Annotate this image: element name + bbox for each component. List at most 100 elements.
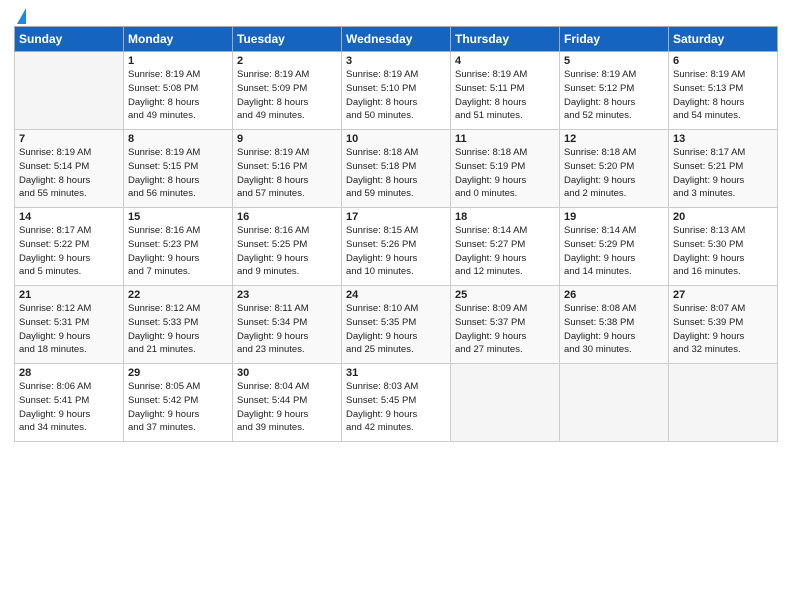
day-info: Sunrise: 8:12 AM Sunset: 5:31 PM Dayligh…	[19, 302, 119, 357]
day-header-saturday: Saturday	[669, 27, 778, 52]
page-container: SundayMondayTuesdayWednesdayThursdayFrid…	[0, 0, 792, 452]
day-header-tuesday: Tuesday	[233, 27, 342, 52]
calendar-cell: 17Sunrise: 8:15 AM Sunset: 5:26 PM Dayli…	[342, 208, 451, 286]
day-number: 8	[128, 133, 228, 145]
day-info: Sunrise: 8:15 AM Sunset: 5:26 PM Dayligh…	[346, 224, 446, 279]
calendar-cell: 10Sunrise: 8:18 AM Sunset: 5:18 PM Dayli…	[342, 130, 451, 208]
day-info: Sunrise: 8:18 AM Sunset: 5:18 PM Dayligh…	[346, 146, 446, 201]
calendar-cell: 12Sunrise: 8:18 AM Sunset: 5:20 PM Dayli…	[560, 130, 669, 208]
calendar-week-3: 14Sunrise: 8:17 AM Sunset: 5:22 PM Dayli…	[15, 208, 778, 286]
day-number: 27	[673, 289, 773, 301]
day-number: 13	[673, 133, 773, 145]
calendar-cell: 25Sunrise: 8:09 AM Sunset: 5:37 PM Dayli…	[451, 286, 560, 364]
day-number: 28	[19, 367, 119, 379]
day-number: 24	[346, 289, 446, 301]
day-number: 15	[128, 211, 228, 223]
calendar-cell: 24Sunrise: 8:10 AM Sunset: 5:35 PM Dayli…	[342, 286, 451, 364]
day-header-sunday: Sunday	[15, 27, 124, 52]
day-info: Sunrise: 8:11 AM Sunset: 5:34 PM Dayligh…	[237, 302, 337, 357]
day-number: 16	[237, 211, 337, 223]
calendar-cell: 20Sunrise: 8:13 AM Sunset: 5:30 PM Dayli…	[669, 208, 778, 286]
day-number: 31	[346, 367, 446, 379]
day-info: Sunrise: 8:06 AM Sunset: 5:41 PM Dayligh…	[19, 380, 119, 435]
day-info: Sunrise: 8:13 AM Sunset: 5:30 PM Dayligh…	[673, 224, 773, 279]
day-info: Sunrise: 8:19 AM Sunset: 5:15 PM Dayligh…	[128, 146, 228, 201]
header	[14, 10, 778, 20]
day-info: Sunrise: 8:04 AM Sunset: 5:44 PM Dayligh…	[237, 380, 337, 435]
day-info: Sunrise: 8:19 AM Sunset: 5:09 PM Dayligh…	[237, 68, 337, 123]
day-number: 12	[564, 133, 664, 145]
day-number: 10	[346, 133, 446, 145]
calendar-cell: 28Sunrise: 8:06 AM Sunset: 5:41 PM Dayli…	[15, 364, 124, 442]
day-number: 18	[455, 211, 555, 223]
day-header-friday: Friday	[560, 27, 669, 52]
day-info: Sunrise: 8:18 AM Sunset: 5:19 PM Dayligh…	[455, 146, 555, 201]
day-info: Sunrise: 8:19 AM Sunset: 5:14 PM Dayligh…	[19, 146, 119, 201]
day-header-monday: Monday	[124, 27, 233, 52]
day-info: Sunrise: 8:10 AM Sunset: 5:35 PM Dayligh…	[346, 302, 446, 357]
day-info: Sunrise: 8:17 AM Sunset: 5:22 PM Dayligh…	[19, 224, 119, 279]
calendar-cell: 19Sunrise: 8:14 AM Sunset: 5:29 PM Dayli…	[560, 208, 669, 286]
calendar-cell: 21Sunrise: 8:12 AM Sunset: 5:31 PM Dayli…	[15, 286, 124, 364]
day-number: 22	[128, 289, 228, 301]
calendar-cell: 26Sunrise: 8:08 AM Sunset: 5:38 PM Dayli…	[560, 286, 669, 364]
calendar-cell	[15, 52, 124, 130]
calendar-cell: 23Sunrise: 8:11 AM Sunset: 5:34 PM Dayli…	[233, 286, 342, 364]
calendar-cell: 13Sunrise: 8:17 AM Sunset: 5:21 PM Dayli…	[669, 130, 778, 208]
calendar-table: SundayMondayTuesdayWednesdayThursdayFrid…	[14, 26, 778, 442]
calendar-cell: 6Sunrise: 8:19 AM Sunset: 5:13 PM Daylig…	[669, 52, 778, 130]
day-number: 23	[237, 289, 337, 301]
calendar-cell: 8Sunrise: 8:19 AM Sunset: 5:15 PM Daylig…	[124, 130, 233, 208]
day-header-wednesday: Wednesday	[342, 27, 451, 52]
day-number: 11	[455, 133, 555, 145]
day-number: 4	[455, 55, 555, 67]
calendar-cell: 4Sunrise: 8:19 AM Sunset: 5:11 PM Daylig…	[451, 52, 560, 130]
day-info: Sunrise: 8:19 AM Sunset: 5:10 PM Dayligh…	[346, 68, 446, 123]
day-info: Sunrise: 8:03 AM Sunset: 5:45 PM Dayligh…	[346, 380, 446, 435]
calendar-cell: 16Sunrise: 8:16 AM Sunset: 5:25 PM Dayli…	[233, 208, 342, 286]
day-number: 2	[237, 55, 337, 67]
calendar-week-2: 7Sunrise: 8:19 AM Sunset: 5:14 PM Daylig…	[15, 130, 778, 208]
calendar-week-4: 21Sunrise: 8:12 AM Sunset: 5:31 PM Dayli…	[15, 286, 778, 364]
day-info: Sunrise: 8:19 AM Sunset: 5:13 PM Dayligh…	[673, 68, 773, 123]
day-info: Sunrise: 8:14 AM Sunset: 5:29 PM Dayligh…	[564, 224, 664, 279]
calendar-cell: 29Sunrise: 8:05 AM Sunset: 5:42 PM Dayli…	[124, 364, 233, 442]
calendar-cell	[560, 364, 669, 442]
day-info: Sunrise: 8:14 AM Sunset: 5:27 PM Dayligh…	[455, 224, 555, 279]
day-number: 6	[673, 55, 773, 67]
day-number: 26	[564, 289, 664, 301]
day-info: Sunrise: 8:16 AM Sunset: 5:23 PM Dayligh…	[128, 224, 228, 279]
day-info: Sunrise: 8:16 AM Sunset: 5:25 PM Dayligh…	[237, 224, 337, 279]
day-header-thursday: Thursday	[451, 27, 560, 52]
day-info: Sunrise: 8:19 AM Sunset: 5:11 PM Dayligh…	[455, 68, 555, 123]
calendar-week-5: 28Sunrise: 8:06 AM Sunset: 5:41 PM Dayli…	[15, 364, 778, 442]
day-number: 7	[19, 133, 119, 145]
calendar-cell: 7Sunrise: 8:19 AM Sunset: 5:14 PM Daylig…	[15, 130, 124, 208]
calendar-cell: 5Sunrise: 8:19 AM Sunset: 5:12 PM Daylig…	[560, 52, 669, 130]
day-info: Sunrise: 8:17 AM Sunset: 5:21 PM Dayligh…	[673, 146, 773, 201]
day-number: 30	[237, 367, 337, 379]
day-number: 21	[19, 289, 119, 301]
day-number: 20	[673, 211, 773, 223]
day-number: 29	[128, 367, 228, 379]
day-info: Sunrise: 8:09 AM Sunset: 5:37 PM Dayligh…	[455, 302, 555, 357]
day-info: Sunrise: 8:08 AM Sunset: 5:38 PM Dayligh…	[564, 302, 664, 357]
calendar-cell: 27Sunrise: 8:07 AM Sunset: 5:39 PM Dayli…	[669, 286, 778, 364]
day-number: 3	[346, 55, 446, 67]
calendar-cell: 1Sunrise: 8:19 AM Sunset: 5:08 PM Daylig…	[124, 52, 233, 130]
day-info: Sunrise: 8:19 AM Sunset: 5:12 PM Dayligh…	[564, 68, 664, 123]
calendar-cell: 15Sunrise: 8:16 AM Sunset: 5:23 PM Dayli…	[124, 208, 233, 286]
calendar-cell	[669, 364, 778, 442]
calendar-cell: 9Sunrise: 8:19 AM Sunset: 5:16 PM Daylig…	[233, 130, 342, 208]
calendar-cell: 31Sunrise: 8:03 AM Sunset: 5:45 PM Dayli…	[342, 364, 451, 442]
day-number: 25	[455, 289, 555, 301]
day-number: 1	[128, 55, 228, 67]
calendar-cell: 30Sunrise: 8:04 AM Sunset: 5:44 PM Dayli…	[233, 364, 342, 442]
calendar-cell	[451, 364, 560, 442]
calendar-cell: 22Sunrise: 8:12 AM Sunset: 5:33 PM Dayli…	[124, 286, 233, 364]
day-info: Sunrise: 8:19 AM Sunset: 5:16 PM Dayligh…	[237, 146, 337, 201]
day-info: Sunrise: 8:19 AM Sunset: 5:08 PM Dayligh…	[128, 68, 228, 123]
day-info: Sunrise: 8:12 AM Sunset: 5:33 PM Dayligh…	[128, 302, 228, 357]
day-info: Sunrise: 8:05 AM Sunset: 5:42 PM Dayligh…	[128, 380, 228, 435]
day-number: 9	[237, 133, 337, 145]
